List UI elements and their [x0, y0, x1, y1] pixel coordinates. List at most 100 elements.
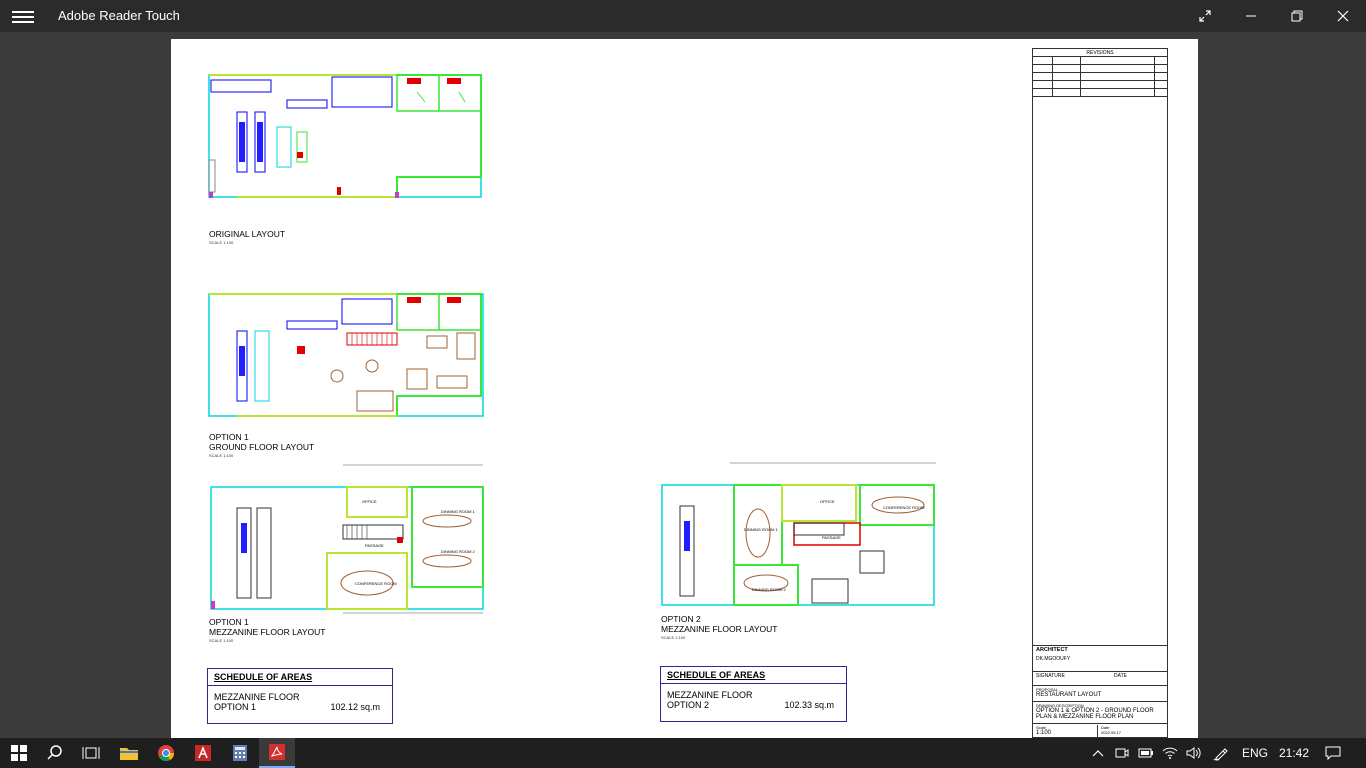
- proposal-cell: PROPOSAL RESTAURANT LAYOUT: [1033, 685, 1167, 701]
- chrome-icon: [158, 745, 174, 761]
- pdf-page[interactable]: ORIGINAL LAYOUT SCALE 1:100 OPTION 1 GRO…: [171, 39, 1198, 738]
- drawing-title-block: REVISIONS ARCHITECT DK.MGOOUFY SIGNATURE…: [1032, 48, 1168, 738]
- revision-row: [1033, 73, 1167, 81]
- chrome-button[interactable]: [155, 738, 177, 768]
- o2-conference-text: CONFERENCE ROOM: [883, 505, 925, 510]
- schedule-of-areas-option2: SCHEDULE OF AREAS MEZZANINE FLOOR OPTION…: [660, 666, 847, 722]
- input-language[interactable]: ENG: [1242, 738, 1268, 768]
- option1-mezzanine-plan: DINNING ROOM 1 DINNING ROOM 2 CONFERENCE…: [210, 464, 484, 614]
- architect-label: ARCHITECT: [1036, 647, 1068, 653]
- folder-icon: [120, 748, 138, 760]
- option1-ground-floor-plan: [208, 293, 484, 417]
- schedule2-floor: MEZZANINE FLOOR: [667, 690, 753, 700]
- o2-office-text: OFFICE: [820, 499, 835, 504]
- pen-icon: [1213, 748, 1228, 761]
- original-layout-plan: [208, 74, 482, 198]
- notification-icon: [1325, 746, 1341, 760]
- pen-workspace-button[interactable]: [1212, 738, 1230, 768]
- battery-tray-button[interactable]: [1138, 738, 1154, 768]
- o1-dining2-text: DINNING ROOM 2: [441, 549, 476, 554]
- revision-row: [1033, 57, 1167, 65]
- schedule2-area: 102.33 sq.m: [784, 700, 834, 710]
- schedule1-area: 102.12 sq.m: [330, 702, 380, 712]
- clock[interactable]: 21:42: [1279, 738, 1309, 768]
- o2-dining2-text: DINNING ROOM 2: [752, 587, 787, 592]
- minimize-icon: [1246, 15, 1256, 17]
- revision-row: [1033, 89, 1167, 97]
- action-center-button[interactable]: [1322, 738, 1344, 768]
- drawing-desc-2: PLAN & MEZZANINE FLOOR PLAN: [1036, 714, 1134, 720]
- date-value: 2022.05.17: [1101, 730, 1122, 735]
- window-title: Adobe Reader Touch: [58, 8, 180, 23]
- wifi-tray-button[interactable]: [1162, 738, 1178, 768]
- speaker-icon: [1186, 747, 1201, 759]
- date-label: DATE: [1114, 673, 1127, 679]
- file-explorer-button[interactable]: [118, 738, 140, 768]
- autocad-icon: [195, 745, 211, 761]
- adobe-reader-icon: [269, 744, 285, 760]
- camera-icon: [1115, 748, 1129, 758]
- task-view-icon: [82, 747, 100, 759]
- o2-dining1-text: DINNING ROOM 1: [744, 527, 779, 532]
- option2-mezzanine-plan: OFFICE CONFERENCE ROOM DINNING ROOM 1 DI…: [661, 462, 936, 606]
- proposal-value: RESTAURANT LAYOUT: [1036, 692, 1102, 698]
- o2-passage-text: PASSAGE: [822, 535, 841, 540]
- architect-name: DK.MGOOUFY: [1036, 656, 1071, 662]
- o1-passage-text: PASSAGE: [365, 543, 384, 548]
- option2-mezz-label-1: OPTION 2: [661, 614, 701, 624]
- fullscreen-button[interactable]: [1182, 0, 1228, 32]
- document-viewer[interactable]: ORIGINAL LAYOUT SCALE 1:100 OPTION 1 GRO…: [0, 32, 1366, 738]
- schedule2-option: OPTION 2: [667, 700, 710, 710]
- schedule1-floor: MEZZANINE FLOOR: [214, 692, 300, 702]
- search-icon: [47, 745, 62, 760]
- close-icon: [1337, 10, 1349, 22]
- minimize-button[interactable]: [1228, 0, 1274, 32]
- schedule1-option: OPTION 1: [214, 702, 257, 712]
- original-layout-label: ORIGINAL LAYOUT: [209, 229, 286, 239]
- o1-office-text: OFFICE: [362, 499, 377, 504]
- revision-row: [1033, 81, 1167, 89]
- search-button[interactable]: [44, 738, 66, 768]
- revisions-header: REVISIONS: [1033, 49, 1167, 57]
- signature-cell: SIGNATURE DATE: [1033, 671, 1167, 685]
- revision-row: [1033, 65, 1167, 73]
- autocad-button[interactable]: [192, 738, 214, 768]
- o1-dining1-text: DINNING ROOM 1: [441, 509, 476, 514]
- volume-tray-button[interactable]: [1186, 738, 1202, 768]
- option1-ground-label-1: OPTION 1: [209, 432, 249, 442]
- option1-mezz-scale: SCALE 1:100: [209, 638, 234, 643]
- camera-tray-button[interactable]: [1114, 738, 1130, 768]
- adobe-reader-button[interactable]: [259, 738, 295, 768]
- restore-icon: [1291, 10, 1303, 22]
- battery-icon: [1138, 748, 1153, 758]
- option1-ground-scale: SCALE 1:100: [209, 453, 234, 458]
- o1-conference-text: CONFERENCE ROOM: [355, 581, 397, 586]
- signature-label: SIGNATURE: [1036, 673, 1065, 679]
- taskbar: ENG 21:42: [0, 738, 1366, 768]
- start-button[interactable]: [8, 738, 30, 768]
- windows-icon: [11, 745, 27, 761]
- task-view-button[interactable]: [80, 738, 102, 768]
- wifi-icon: [1162, 747, 1178, 759]
- show-hidden-icons-button[interactable]: [1090, 738, 1106, 768]
- schedule-of-areas-option1: SCHEDULE OF AREAS MEZZANINE FLOOR OPTION…: [207, 668, 393, 724]
- drawing-description-cell: DRAWING DESCRIPTION OPTION 1 & OPTION 2 …: [1033, 701, 1167, 723]
- title-bar: Adobe Reader Touch: [0, 0, 1366, 32]
- schedule1-header: SCHEDULE OF AREAS: [208, 669, 392, 686]
- schedule2-header: SCHEDULE OF AREAS: [661, 667, 846, 684]
- hamburger-menu-icon[interactable]: [12, 8, 34, 24]
- architect-cell: ARCHITECT DK.MGOOUFY: [1033, 645, 1167, 671]
- option1-mezz-label-1: OPTION 1: [209, 617, 249, 627]
- calculator-button[interactable]: [229, 738, 251, 768]
- restore-button[interactable]: [1274, 0, 1320, 32]
- option2-mezz-label-2: MEZZANINE FLOOR LAYOUT: [661, 624, 778, 634]
- original-layout-scale: SCALE 1:100: [209, 240, 234, 245]
- close-button[interactable]: [1320, 0, 1366, 32]
- option1-ground-label-2: GROUND FLOOR LAYOUT: [209, 442, 315, 452]
- scale-value: 1:100: [1036, 730, 1052, 736]
- option1-mezz-label-2: MEZZANINE FLOOR LAYOUT: [209, 627, 326, 637]
- expand-icon: [1199, 10, 1211, 22]
- chevron-up-icon: [1092, 750, 1104, 757]
- option2-mezz-scale: SCALE 1:100: [661, 635, 686, 640]
- calculator-icon: [233, 745, 247, 761]
